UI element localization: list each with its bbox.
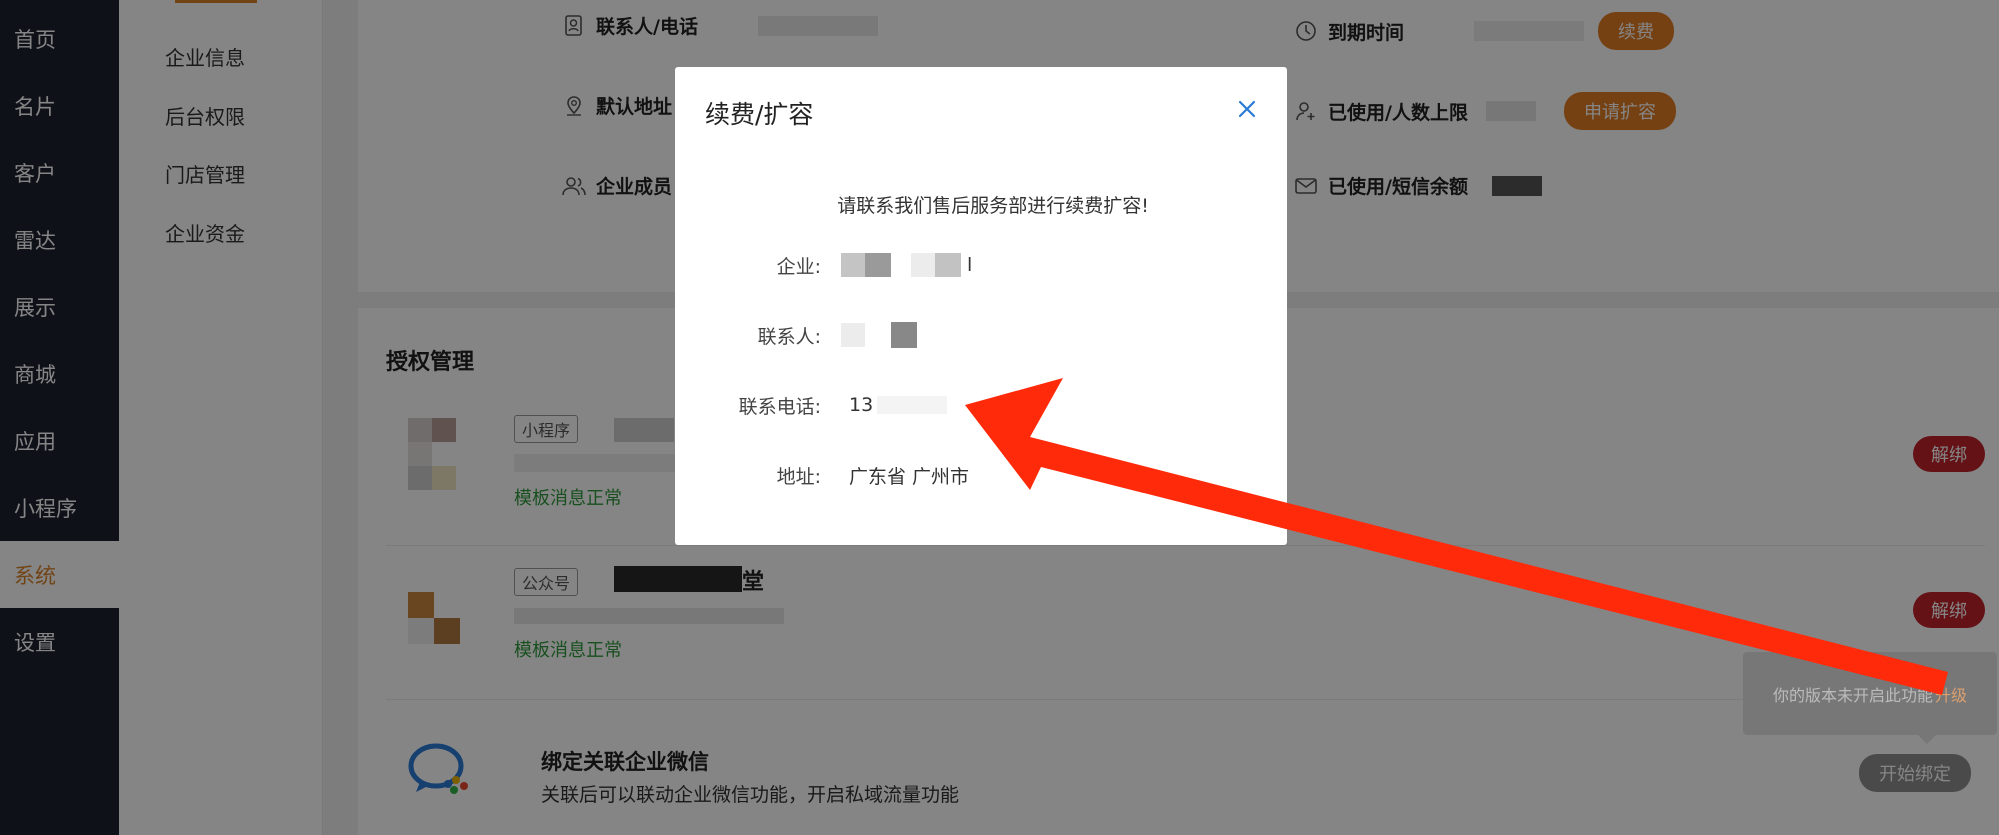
modal-address-row: 地址: 广东省 广州市 [675,460,969,490]
renew-expand-modal: 续费/扩容 请联系我们售后服务部进行续费扩容! 企业: l 联系人: 联系电话:… [675,67,1287,545]
address-value: 广东省 广州市 [849,465,970,488]
contact-person-label: 联系人: [757,325,821,348]
contact-person-value-redacted [841,322,917,348]
company-value: l [841,253,972,277]
tooltip-text: 你的版本未开启此功能 [1772,685,1933,705]
upgrade-tooltip: 你的版本未开启此功能 升级 [1743,652,1997,735]
modal-phone-row: 联系电话: 13 [675,390,948,420]
address-label: 地址: [776,465,821,488]
company-label: 企业: [776,255,821,278]
modal-title: 续费/扩容 [705,100,814,129]
tooltip-caret [1918,735,1936,744]
phone-label: 联系电话: [738,395,821,418]
modal-contact-row: 联系人: [675,320,917,350]
modal-company-row: 企业: l [675,250,972,280]
company-value-tail: l [967,254,973,276]
close-icon[interactable] [1235,97,1259,121]
phone-value: 13 [849,394,948,416]
upgrade-link[interactable]: 升级 [1935,682,1967,706]
modal-message: 请联系我们售后服务部进行续费扩容! [837,195,1149,217]
phone-value-text: 13 [849,394,874,416]
